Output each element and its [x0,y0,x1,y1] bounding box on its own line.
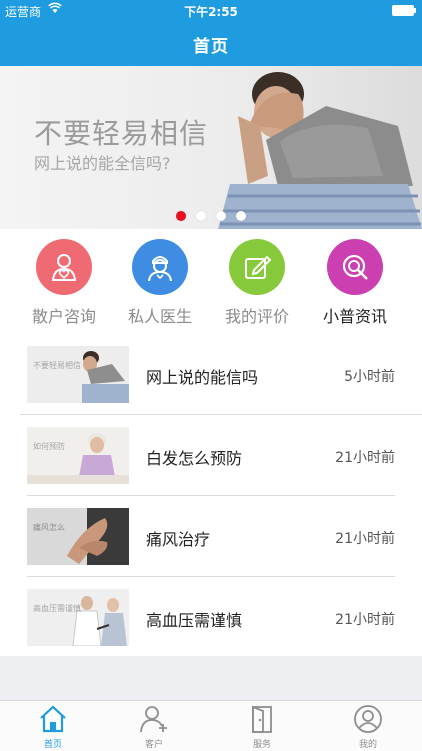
category-news[interactable]: 小普资讯 [305,239,405,327]
thumb-caption: 不要轻易相信 [33,361,81,370]
status-time: 下午2:55 [184,5,238,19]
article-time: 21小时前 [335,450,395,466]
content-footer-spacer [0,656,422,700]
tab-label: 服务 [252,740,271,750]
nav-bar: 首页 [0,20,422,66]
carousel-dot[interactable] [216,211,226,221]
tab-label: 客户 [144,740,163,750]
article-time: 21小时前 [335,531,395,547]
doctor-icon [132,239,188,295]
category-grid: 散户咨询 私人医生 我的评价 小普资讯 [0,229,422,334]
carousel-dots[interactable] [0,206,422,225]
thumb-caption: 如何预防 [33,442,65,451]
thumb-caption: 痛风怎么 [33,523,65,532]
category-label: 私人医生 [127,307,192,326]
category-doctor[interactable]: 私人医生 [110,239,210,327]
tab-home[interactable]: 首页 [23,704,83,750]
carousel-dot[interactable] [236,211,246,221]
edit-icon [229,239,285,295]
list-item[interactable]: 痛风怎么 痛风治疗 21小时前 [20,496,402,576]
banner-subline: 网上说的能全信吗? [34,154,171,173]
list-item[interactable]: 高血压需谨慎 高血压需谨慎 21小时前 [20,577,402,657]
article-thumbnail: 不要轻易相信 [27,346,129,403]
carousel-dot[interactable] [196,211,206,221]
heart-person-icon [36,239,92,295]
article-title: 网上说的能信吗 [146,368,259,387]
status-bar: 运营商 下午2:55 [0,0,422,20]
category-consult[interactable]: 散户咨询 [14,239,114,327]
news-icon [327,239,383,295]
door-icon [247,705,277,738]
tab-clients[interactable]: 客户 [124,704,184,750]
category-label: 我的评价 [224,307,289,326]
category-label: 散户咨询 [31,307,96,326]
article-title: 高血压需谨慎 [146,611,243,630]
article-thumbnail: 高血压需谨慎 [27,589,129,646]
category-review[interactable]: 我的评价 [207,239,307,327]
banner-carousel[interactable]: 不要轻易相信 网上说的能全信吗? [0,66,422,229]
tab-mine[interactable]: 我的 [338,704,398,750]
list-item[interactable]: 如何预防 白发怎么预防 21小时前 [20,415,402,495]
article-title: 痛风治疗 [146,530,211,549]
tab-label: 首页 [43,740,62,750]
list-item[interactable]: 不要轻易相信 网上说的能信吗 5小时前 [20,334,402,414]
category-label: 小普资讯 [322,307,387,326]
article-time: 5小时前 [344,369,395,385]
battery-icon [392,5,416,16]
article-thumbnail: 如何预防 [27,427,129,484]
carousel-dot[interactable] [176,211,186,221]
article-title: 白发怎么预防 [146,449,243,468]
article-thumbnail: 痛风怎么 [27,508,129,565]
article-time: 21小时前 [335,612,395,628]
thumb-caption: 高血压需谨慎 [33,604,81,613]
add-user-icon [139,706,169,738]
profile-icon [353,705,383,738]
page-title: 首页 [193,37,229,57]
home-icon [38,705,68,738]
banner-person-image [218,72,422,229]
tab-bar: 首页 客户 服务 我的 [0,700,422,751]
tab-service[interactable]: 服务 [232,704,292,750]
banner-headline: 不要轻易相信 [34,117,209,150]
tab-label: 我的 [358,740,377,750]
